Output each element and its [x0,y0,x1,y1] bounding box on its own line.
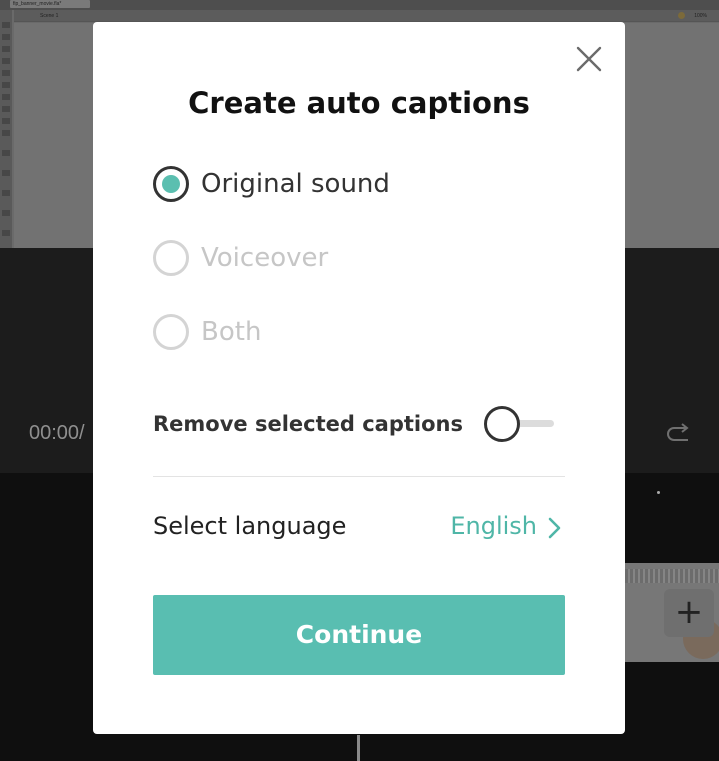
close-icon[interactable] [574,44,604,74]
tool-icon [2,46,10,52]
radio-button[interactable] [153,314,189,350]
selected-language[interactable]: English [450,512,537,540]
timeline-marker [657,491,660,494]
remove-captions-label: Remove selected captions [153,412,463,436]
radio-voiceover[interactable]: Voiceover [153,239,328,277]
redo-icon[interactable] [664,420,694,450]
zoom-level: 100% [694,13,707,19]
tool-icon [2,170,10,176]
tool-icon [2,230,10,236]
tool-icon [2,150,10,156]
tool-icon [2,130,10,136]
select-language-label: Select language [153,512,347,540]
document-tab: fip_banner_movie.fla* [10,0,90,8]
toggle-knob [484,406,520,442]
tool-icon [2,58,10,64]
select-language-row[interactable]: Select language English [153,506,565,550]
document-tab-bar: fip_banner_movie.fla* [0,0,719,10]
dialog-title: Create auto captions [188,86,530,120]
tool-icon [2,82,10,88]
continue-button[interactable]: Continue [153,595,565,675]
tool-icon [2,210,10,216]
divider [153,476,565,477]
scene-bar: Scene 1 100% [14,10,719,22]
scene-label: Scene 1 [40,13,59,19]
auto-captions-dialog: Create auto captions Original sound Voic… [93,22,625,734]
radio-label: Both [201,317,262,347]
tool-strip [0,10,12,248]
remove-captions-toggle[interactable] [484,406,556,442]
radio-original-sound[interactable]: Original sound [153,165,390,203]
radio-button[interactable] [153,240,189,276]
tool-icon [2,70,10,76]
tool-icon [2,34,10,40]
chevron-right-icon [548,517,561,539]
timecode: 00:00/ [29,422,85,444]
tool-icon [2,106,10,112]
tool-icon [2,22,10,28]
tool-icon [2,118,10,124]
playhead[interactable] [357,735,360,761]
scene-icon [678,12,685,19]
tool-icon [2,94,10,100]
add-clip-button[interactable]: + [664,589,714,637]
tool-icon [2,190,10,196]
radio-both[interactable]: Both [153,313,261,351]
clip-thumbnail-strip [625,569,719,583]
radio-button[interactable] [153,166,189,202]
radio-label: Voiceover [201,243,329,273]
radio-label: Original sound [201,169,390,199]
